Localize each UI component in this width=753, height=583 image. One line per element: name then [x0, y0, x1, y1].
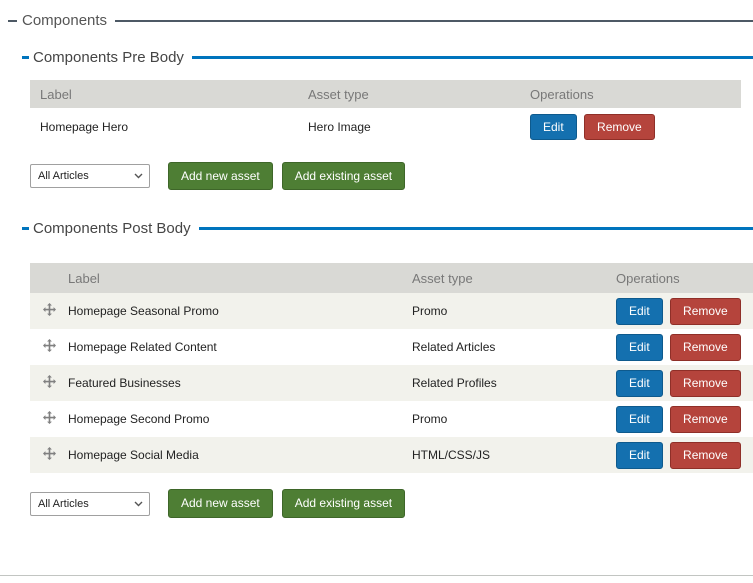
pre-body-section: Components Pre Body Label Asset type Ope…	[22, 49, 753, 191]
asset-filter-select[interactable]: All Articles	[30, 491, 150, 516]
legend-dash	[8, 19, 17, 22]
legend-line	[115, 19, 753, 22]
column-header-drag	[30, 263, 68, 294]
table-row: Homepage Related Content Related Article…	[30, 329, 753, 365]
table-header-row: Label Asset type Operations	[30, 263, 753, 294]
remove-button[interactable]: Remove	[670, 334, 741, 361]
add-existing-asset-button[interactable]: Add existing asset	[281, 489, 406, 518]
remove-button[interactable]: Remove	[584, 113, 655, 141]
row-label: Homepage Seasonal Promo	[68, 304, 219, 319]
column-header-operations: Operations	[616, 263, 753, 294]
pre-body-title[interactable]: Components Pre Body	[33, 49, 184, 66]
add-new-asset-button[interactable]: Add new asset	[168, 162, 273, 191]
add-new-asset-button[interactable]: Add new asset	[168, 489, 273, 518]
components-page: Components Components Pre Body Label Ass…	[0, 0, 753, 583]
row-asset-type: Related Profiles	[412, 376, 497, 391]
drag-handle-icon[interactable]	[42, 447, 56, 461]
add-existing-asset-button[interactable]: Add existing asset	[281, 162, 406, 191]
select-value: All Articles	[38, 170, 89, 183]
fieldset-bottom-border	[0, 575, 753, 576]
table-row: Homepage Second Promo Promo Edit Remove	[30, 401, 753, 437]
edit-button[interactable]: Edit	[616, 334, 663, 361]
edit-button[interactable]: Edit	[616, 298, 663, 325]
edit-button[interactable]: Edit	[616, 442, 663, 469]
remove-button[interactable]: Remove	[670, 442, 741, 469]
drag-handle-icon[interactable]	[42, 411, 56, 425]
page-title[interactable]: Components	[22, 12, 107, 29]
post-body-legend: Components Post Body	[22, 220, 753, 237]
pre-body-table: Label Asset type Operations Homepage Her…	[30, 80, 741, 146]
select-value: All Articles	[38, 497, 89, 510]
pre-body-legend: Components Pre Body	[22, 49, 753, 66]
asset-filter-select[interactable]: All Articles	[30, 164, 150, 189]
column-header-label: Label	[68, 263, 412, 294]
post-body-table: Label Asset type Operations Homepage Sea…	[30, 263, 753, 474]
post-body-title[interactable]: Components Post Body	[33, 220, 191, 237]
remove-button[interactable]: Remove	[670, 406, 741, 433]
drag-handle-icon[interactable]	[42, 339, 56, 353]
drag-handle-icon[interactable]	[42, 303, 56, 317]
table-row: Homepage Hero Hero Image Edit Remove	[30, 108, 741, 146]
column-header-asset-type: Asset type	[298, 80, 520, 108]
chevron-down-icon	[134, 173, 143, 179]
row-label: Homepage Hero	[40, 120, 129, 134]
row-label: Homepage Related Content	[68, 340, 217, 355]
post-body-section: Components Post Body Label Asset type Op…	[22, 220, 753, 518]
drag-handle-icon[interactable]	[42, 375, 56, 389]
legend-dash	[22, 227, 29, 231]
row-asset-type: Hero Image	[308, 120, 371, 134]
chevron-down-icon	[134, 501, 143, 507]
pre-body-footer: All Articles Add new asset Add existing …	[30, 162, 753, 191]
edit-button[interactable]: Edit	[616, 406, 663, 433]
table-header-row: Label Asset type Operations	[30, 80, 741, 108]
post-body-footer: All Articles Add new asset Add existing …	[30, 489, 753, 518]
components-fieldset-legend: Components	[8, 12, 753, 29]
remove-button[interactable]: Remove	[670, 298, 741, 325]
legend-dash	[22, 56, 29, 59]
table-row: Featured Businesses Related Profiles Edi…	[30, 365, 753, 402]
row-asset-type: HTML/CSS/JS	[412, 448, 491, 463]
edit-button[interactable]: Edit	[616, 370, 663, 397]
row-label: Homepage Second Promo	[68, 412, 210, 427]
remove-button[interactable]: Remove	[670, 370, 741, 397]
edit-button[interactable]: Edit	[530, 113, 577, 141]
row-label: Featured Businesses	[68, 376, 181, 391]
row-asset-type: Promo	[412, 412, 448, 427]
column-header-asset-type: Asset type	[412, 263, 616, 294]
column-header-operations: Operations	[520, 80, 741, 108]
table-row: Homepage Social Media HTML/CSS/JS Edit R…	[30, 437, 753, 474]
row-asset-type: Related Articles	[412, 340, 496, 355]
legend-line	[198, 227, 753, 231]
table-row: Homepage Seasonal Promo Promo Edit Remov…	[30, 293, 753, 330]
row-label: Homepage Social Media	[68, 448, 199, 463]
legend-line	[191, 56, 753, 59]
column-header-label: Label	[30, 80, 298, 108]
row-asset-type: Promo	[412, 304, 448, 319]
